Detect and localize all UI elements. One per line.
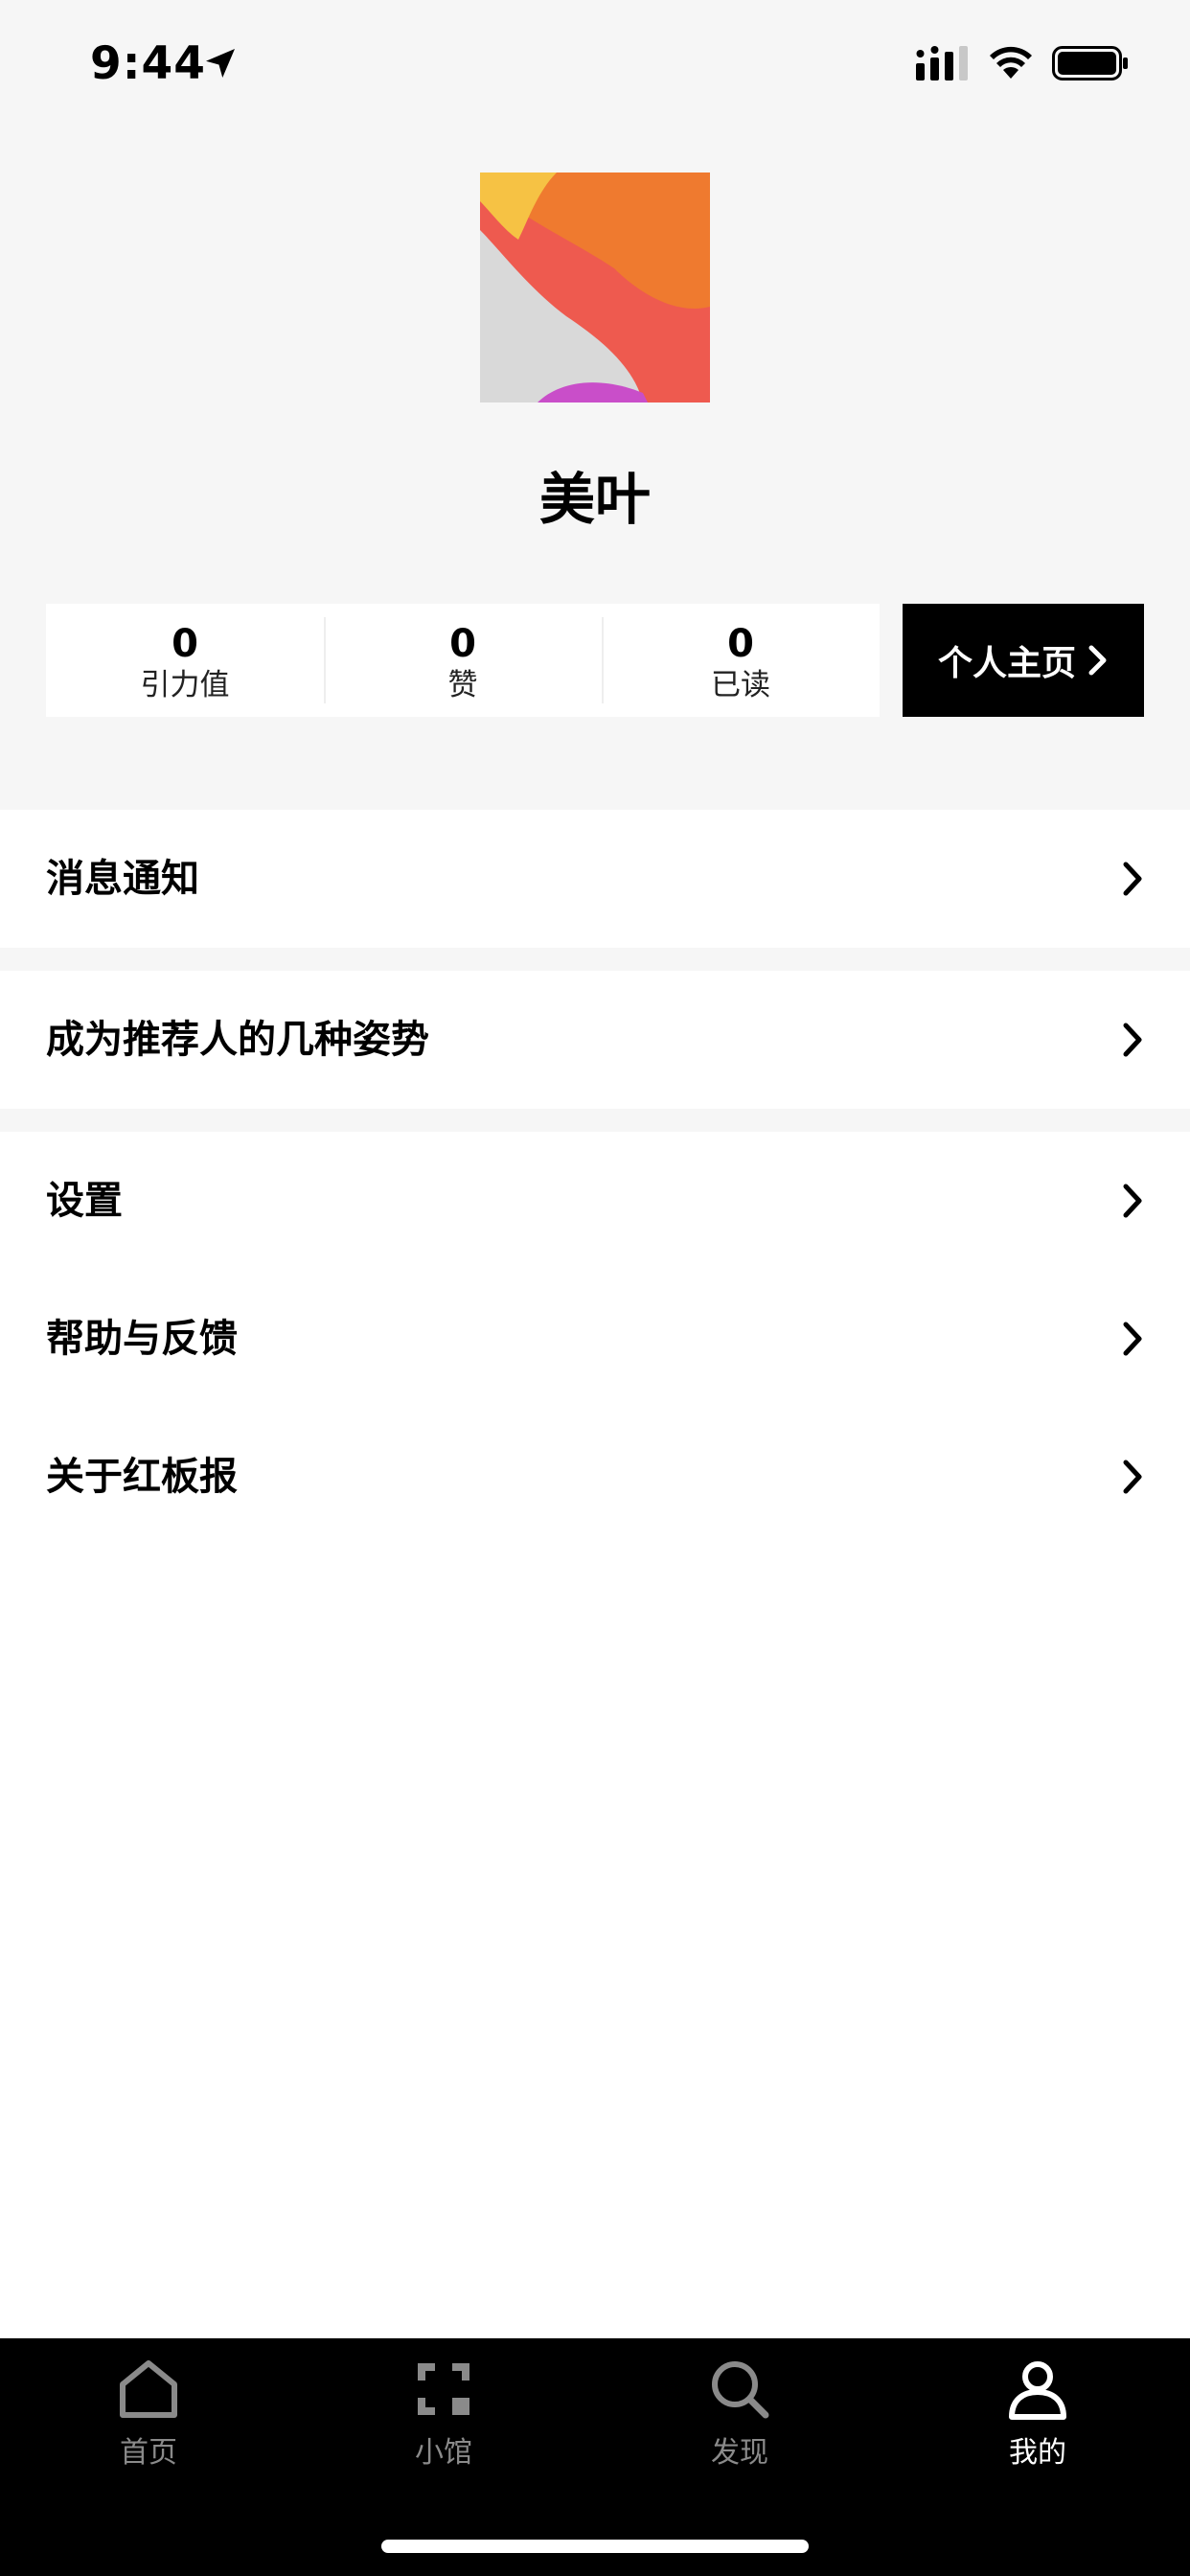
stat-label: 引力值 (140, 668, 230, 702)
chevron-right-icon (1088, 645, 1107, 676)
menu-label: 设置 (46, 1179, 123, 1223)
stat-label: 赞 (447, 668, 478, 702)
frame-icon (418, 2363, 469, 2415)
username: 美叶 (538, 467, 651, 532)
chevron-right-icon (1123, 862, 1142, 896)
wifi-icon (990, 46, 1032, 79)
tab-label: 发现 (711, 2436, 768, 2470)
section-divider (0, 1109, 1190, 1132)
search-icon (712, 2361, 769, 2419)
home-indicator (381, 2540, 809, 2553)
stat-label: 已读 (711, 668, 770, 702)
location-arrow-icon (206, 49, 235, 78)
tab-label: 我的 (1009, 2436, 1066, 2470)
chevron-right-icon (1123, 1322, 1142, 1356)
menu-section-notifications: 消息通知 (0, 810, 1190, 948)
personal-homepage-button[interactable]: 个人主页 (903, 604, 1144, 717)
chevron-right-icon (1123, 1023, 1142, 1057)
menu-section-settings: 设置 帮助与反馈 关于红板报 (0, 1132, 1190, 1546)
menu-item-help-feedback[interactable]: 帮助与反馈 (0, 1270, 1190, 1408)
menu-label: 消息通知 (46, 857, 199, 901)
stat-value: 0 (727, 622, 754, 666)
avatar[interactable] (480, 172, 710, 402)
chevron-right-icon (1123, 1460, 1142, 1494)
tab-label: 首页 (120, 2436, 177, 2470)
home-icon (120, 2360, 177, 2418)
tab-label: 小馆 (415, 2436, 472, 2470)
stat-value: 0 (449, 622, 476, 666)
chevron-right-icon (1123, 1184, 1142, 1218)
status-time: 9:44 (90, 37, 206, 90)
menu-item-recommender-tips[interactable]: 成为推荐人的几种姿势 (0, 971, 1190, 1109)
personal-homepage-label: 个人主页 (937, 644, 1076, 683)
menu-label: 关于红板报 (46, 1455, 238, 1499)
stat-value: 0 (172, 622, 198, 666)
user-icon (1009, 2361, 1066, 2420)
tab-me[interactable]: 我的 (942, 2358, 1133, 2511)
battery-icon (1052, 46, 1128, 80)
stat-read[interactable]: 0 已读 (602, 604, 880, 717)
menu-item-settings[interactable]: 设置 (0, 1132, 1190, 1270)
stat-likes[interactable]: 0 赞 (324, 604, 602, 717)
cellular-signal-icon (916, 46, 968, 80)
status-bar: 9:44 (0, 0, 1190, 129)
tab-discover[interactable]: 发现 (644, 2358, 835, 2511)
avatar-image (480, 172, 710, 402)
tab-home[interactable]: 首页 (53, 2358, 244, 2511)
tab-gallery[interactable]: 小馆 (348, 2358, 539, 2511)
menu-section-tips: 成为推荐人的几种姿势 (0, 971, 1190, 1109)
menu-label: 成为推荐人的几种姿势 (46, 1018, 429, 1062)
section-divider (0, 948, 1190, 971)
menu-item-about[interactable]: 关于红板报 (0, 1408, 1190, 1546)
stats-card: 0 引力值 0 赞 0 已读 (46, 604, 880, 717)
menu-label: 帮助与反馈 (46, 1317, 238, 1361)
stat-gravity[interactable]: 0 引力值 (46, 604, 324, 717)
menu-item-notifications[interactable]: 消息通知 (0, 810, 1190, 948)
